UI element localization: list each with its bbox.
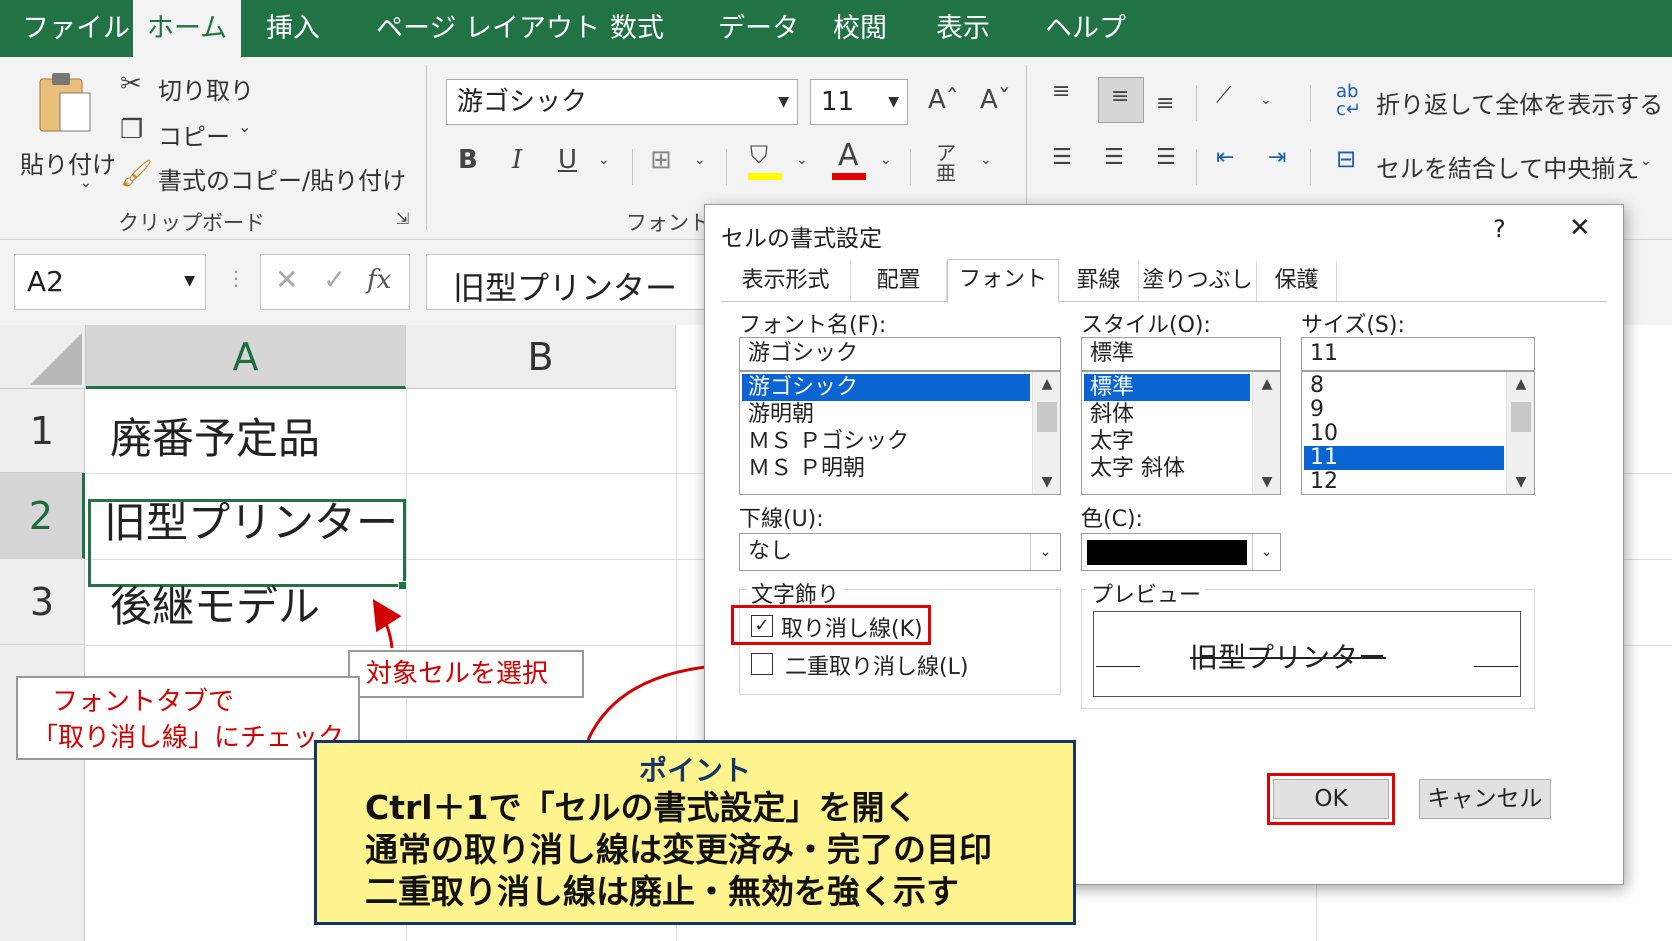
scrollbar[interactable]: ▲ ▼ [1032,372,1060,494]
preview-text: 旧型プリンター [1190,641,1387,674]
scroll-thumb[interactable] [1511,402,1531,432]
point-note: ポイント Ctrl＋1で「セルの書式設定」を開く 通常の取り消し線は変更済み・完… [314,740,1076,925]
font-option[interactable]: 游明朝 [742,401,814,428]
preview-box: 旧型プリンター [1093,611,1521,697]
style-option[interactable]: 標準 [1084,374,1250,401]
point-line: 通常の取り消し線は変更済み・完了の目印 [365,830,992,869]
tab-underline [721,301,1607,302]
color-swatch [1087,540,1247,565]
underline-label: 下線(U): [739,507,824,532]
style-list[interactable]: 標準 斜体 太字 太字 斜体 ▲ ▼ [1081,371,1281,495]
scroll-down-icon[interactable]: ▼ [1507,474,1535,490]
font-name-label: フォント名(F): [739,313,887,338]
scroll-down-icon[interactable]: ▼ [1253,474,1281,490]
tab-font[interactable]: フォント [947,259,1059,303]
font-tab-callout-line2: 「取り消し線」にチェック [32,723,345,753]
close-icon[interactable]: ✕ [1569,213,1591,243]
size-input[interactable]: 11 [1301,337,1535,371]
size-option[interactable]: 9 [1304,398,1324,422]
help-button[interactable]: ? [1493,215,1506,243]
font-option[interactable]: 游ゴシック [742,374,1030,401]
double-strikethrough-checkbox[interactable] [751,653,773,675]
double-strikethrough-label[interactable]: 二重取り消し線(L) [785,649,968,681]
font-option[interactable]: ＭＳ Ｐゴシック [742,428,909,455]
scroll-thumb[interactable] [1037,402,1057,432]
point-line: 二重取り消し線は廃止・無効を強く示す [365,872,959,911]
font-option[interactable]: ＭＳ Ｐ明朝 [742,455,865,482]
size-label: サイズ(S): [1301,313,1405,338]
tab-protection[interactable]: 保護 [1257,261,1337,301]
color-select[interactable]: ⌄ [1081,533,1281,571]
size-option[interactable]: 10 [1304,422,1338,446]
select-cell-callout: 対象セルを選択 [348,650,584,698]
baseline-right [1474,666,1518,667]
scroll-up-icon[interactable]: ▲ [1033,376,1061,392]
cancel-button[interactable]: キャンセル [1419,779,1551,819]
size-option[interactable]: 12 [1304,470,1338,494]
size-option[interactable]: 11 [1304,446,1504,470]
scroll-up-icon[interactable]: ▲ [1507,376,1535,392]
underline-value: なし [748,539,793,564]
chevron-down-icon: ⌄ [1252,534,1280,570]
preview-label: プレビュー [1087,577,1206,609]
font-name-input[interactable]: 游ゴシック [739,337,1061,371]
arrow-to-cell [372,598,402,649]
font-name-list[interactable]: 游ゴシック 游明朝 ＭＳ Ｐゴシック ＭＳ Ｐ明朝 ▲ ▼ [739,371,1061,495]
font-tab-callout-line1: フォントタブで [52,687,235,717]
point-line: Ctrl＋1で「セルの書式設定」を開く [365,788,918,827]
color-label: 色(C): [1081,507,1143,532]
scroll-down-icon[interactable]: ▼ [1033,474,1061,490]
tab-fill[interactable]: 塗りつぶし [1139,261,1257,301]
style-option[interactable]: 太字 斜体 [1084,455,1185,482]
font-tab-callout: フォントタブで 「取り消し線」にチェック [16,676,360,760]
baseline-left [1096,666,1140,667]
style-option[interactable]: 斜体 [1084,401,1134,428]
point-title: ポイント [638,754,751,787]
chevron-down-icon: ⌄ [1030,534,1060,570]
tab-border[interactable]: 罫線 [1059,261,1139,301]
size-option[interactable]: 8 [1304,374,1324,398]
style-option[interactable]: 太字 [1084,428,1134,455]
ok-button[interactable]: OK [1273,779,1389,819]
point-lines: Ctrl＋1で「セルの書式設定」を開く 通常の取り消し線は変更済み・完了の目印 … [365,787,992,913]
tab-alignment[interactable]: 配置 [851,261,947,301]
size-list[interactable]: 8 9 10 11 12 ▲ ▼ [1301,371,1535,495]
strikethrough-label[interactable]: 取り消し線(K) [781,611,923,643]
style-label: スタイル(O): [1081,313,1211,338]
scrollbar[interactable]: ▲ ▼ [1506,372,1534,494]
tab-number[interactable]: 表示形式 [721,261,851,301]
dialog-title: セルの書式設定 [721,226,882,252]
style-input[interactable]: 標準 [1081,337,1281,371]
scrollbar[interactable]: ▲ ▼ [1252,372,1280,494]
scroll-up-icon[interactable]: ▲ [1253,376,1281,392]
underline-select[interactable]: なし ⌄ [739,533,1061,571]
strikethrough-checkbox[interactable]: ✓ [751,615,773,637]
